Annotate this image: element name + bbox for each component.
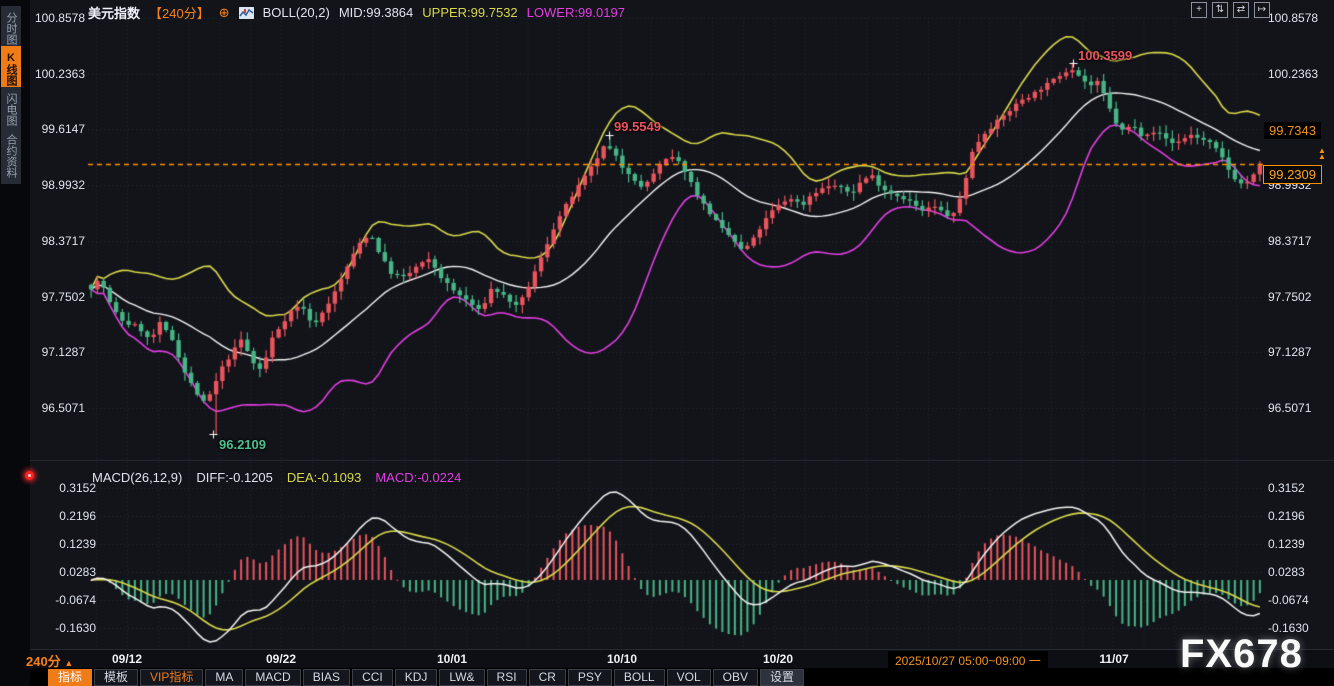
macd-header: MACD(26,12,9) DIFF:-0.1205 DEA:-0.1093 M… [92, 470, 461, 485]
toolbar-button-vip-indicators[interactable]: VIP指标 [140, 669, 203, 686]
plus-circle-icon[interactable]: ⊕ [219, 5, 230, 21]
sidebar-item-contract-info[interactable]: 合约资料 [1, 128, 21, 184]
sidebar-item-time-share-chart[interactable]: 分时图 [1, 6, 21, 50]
macd-macd-value: MACD:-0.0224 [375, 470, 461, 485]
price-axis-label-right: 97.1287 [1268, 345, 1311, 359]
price-axis-label-right: 98.3717 [1268, 234, 1311, 248]
toolbar-button-templates[interactable]: 模板 [94, 669, 138, 686]
price-axis-label-right: 97.7502 [1268, 290, 1311, 304]
macd-diff-value: DIFF:-0.1205 [196, 470, 273, 485]
watermark: FX678 [1180, 632, 1303, 677]
toolbar-button-indicators[interactable]: 指标 [48, 669, 92, 686]
window-controls: + ⇅ ⇄ ↦ [1191, 2, 1270, 18]
scroll-to-latest-icon[interactable]: ▲▲ [1318, 148, 1326, 160]
current-price-tag: 99.2309 [1263, 165, 1322, 184]
macd-axis-label-left: 0.0283 [28, 565, 96, 579]
swing-high-label-2: 100.3599 [1078, 48, 1132, 63]
toolbar-button-psy[interactable]: PSY [568, 669, 612, 686]
window-control-jump-latest-icon[interactable]: ↦ [1254, 2, 1270, 18]
mini-chart-icon[interactable] [239, 7, 254, 19]
sidebar-item-flash-chart[interactable]: 闪电图 [1, 87, 21, 132]
selected-candle-time: 2025/10/27 05:00~09:00 一 [888, 651, 1048, 670]
price-axis-label-left: 98.3717 [28, 234, 85, 248]
price-axis-label-left: 97.7502 [28, 290, 85, 304]
toolbar-button-bias[interactable]: BIAS [303, 669, 350, 686]
x-axis-tick: 09/22 [246, 652, 316, 666]
macd-axis-label-left: 0.1239 [28, 537, 96, 551]
toolbar-button-ma[interactable]: MA [205, 669, 243, 686]
macd-axis-label-left: -0.1630 [28, 621, 96, 635]
x-axis-tick: 10/20 [743, 652, 813, 666]
macd-dea-value: DEA:-0.1093 [287, 470, 361, 485]
alert-icon [25, 471, 34, 480]
window-control-fit-horizontal-icon[interactable]: ⇄ [1233, 2, 1249, 18]
toolbar-button-vol[interactable]: VOL [667, 669, 711, 686]
macd-axis-label-left: 0.2196 [28, 509, 96, 523]
x-axis-row: 240分 ▲ 2025/10/27 05:00~09:00 一 09/1209/… [30, 650, 1334, 668]
price-axis-label-left: 99.6147 [28, 122, 85, 136]
chart-app-window: 分时图K线图闪电图合约资料 美元指数 【240分】 ⊕ BOLL(20,2) M… [0, 0, 1334, 686]
period-label[interactable]: 【240分】 [149, 3, 210, 22]
macd-axis-label-left: 0.3152 [28, 481, 96, 495]
toolbar-button-settings[interactable]: 设置 [760, 669, 804, 686]
toolbar-button-boll[interactable]: BOLL [614, 669, 665, 686]
swing-low-label: 96.2109 [219, 437, 266, 452]
macd-axis-label-left: -0.0674 [28, 593, 96, 607]
chevron-up-icon: ▲ [64, 658, 73, 668]
boll-params: BOLL(20,2) [263, 5, 330, 20]
band-price-tag: 99.7343 [1264, 122, 1321, 139]
toolbar-button-cci[interactable]: CCI [352, 669, 393, 686]
price-axis-label-right: 100.8578 [1268, 11, 1318, 25]
price-axis-label-left: 96.5071 [28, 401, 85, 415]
toolbar-button-lwr[interactable]: LW& [439, 669, 484, 686]
macd-params: MACD(26,12,9) [92, 470, 182, 485]
symbol-name: 美元指数 [88, 3, 140, 22]
price-axis-label-left: 100.8578 [28, 11, 85, 25]
toolbar-button-obv[interactable]: OBV [713, 669, 758, 686]
boll-upper-value: UPPER:99.7532 [422, 5, 517, 20]
x-axis-tick: 11/07 [1079, 652, 1149, 666]
macd-axis-label-right: 0.2196 [1268, 509, 1305, 523]
toolbar-button-cr[interactable]: CR [529, 669, 566, 686]
macd-axis-label-right: 0.3152 [1268, 481, 1305, 495]
price-axis-label-left: 98.9932 [28, 178, 85, 192]
panel-divider [30, 460, 1334, 461]
x-axis-tick: 10/01 [417, 652, 487, 666]
window-control-pan-icon[interactable]: + [1191, 2, 1207, 18]
toolbar-button-rsi[interactable]: RSI [487, 669, 527, 686]
price-axis-label-right: 100.2363 [1268, 67, 1318, 81]
swing-high-label-1: 99.5549 [614, 119, 661, 134]
sidebar: 分时图K线图闪电图合约资料 [0, 0, 30, 686]
sidebar-item-candlestick-chart[interactable]: K线图 [1, 46, 21, 91]
toolbar-button-macd[interactable]: MACD [245, 669, 300, 686]
toolbar-button-kdj[interactable]: KDJ [395, 669, 438, 686]
period-selector[interactable]: 240分 ▲ [26, 651, 73, 670]
price-axis-label-left: 97.1287 [28, 345, 85, 359]
x-axis-tick: 09/12 [92, 652, 162, 666]
boll-lower-value: LOWER:99.0197 [527, 5, 625, 20]
indicator-toolbar: 指标模板VIP指标MAMACDBIASCCIKDJLW&RSICRPSYBOLL… [48, 669, 804, 686]
macd-axis-label-right: 0.1239 [1268, 537, 1305, 551]
chart-header: 美元指数 【240分】 ⊕ BOLL(20,2) MID:99.3864 UPP… [88, 3, 625, 22]
price-axis-label-left: 100.2363 [28, 67, 85, 81]
boll-mid-value: MID:99.3864 [339, 5, 413, 20]
chart-canvas[interactable] [0, 0, 1334, 686]
macd-axis-label-right: -0.0674 [1268, 593, 1309, 607]
macd-axis-label-right: 0.0283 [1268, 565, 1305, 579]
x-axis-tick: 10/10 [587, 652, 657, 666]
window-control-fit-vertical-icon[interactable]: ⇅ [1212, 2, 1228, 18]
price-axis-label-right: 96.5071 [1268, 401, 1311, 415]
